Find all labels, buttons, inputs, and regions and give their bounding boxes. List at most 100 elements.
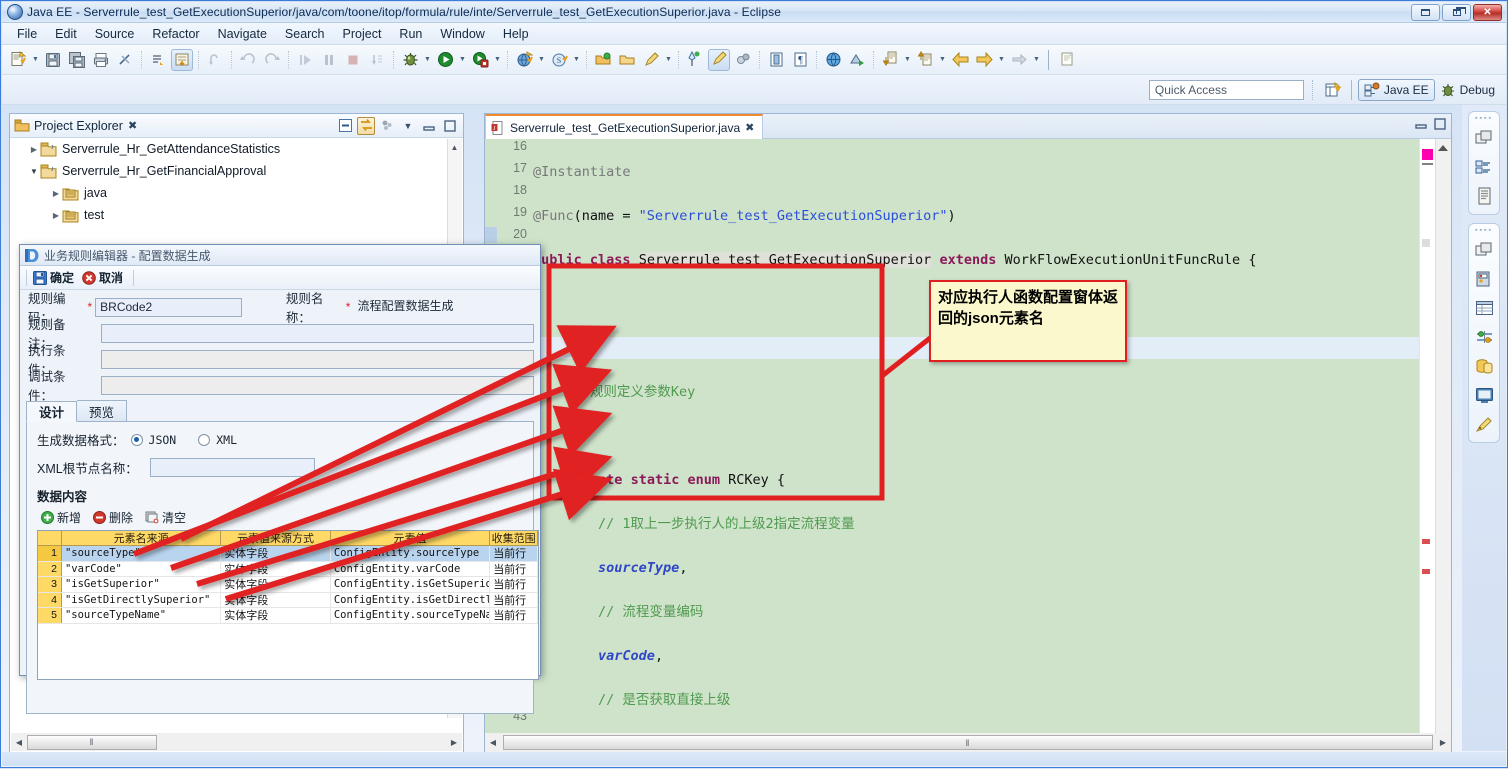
editor-horizontal-scrollbar[interactable]: ◀ ‖ ▶ bbox=[485, 733, 1451, 752]
step-into-icon[interactable] bbox=[366, 49, 388, 71]
scroll-right-arrow-icon[interactable]: ▶ bbox=[446, 734, 462, 750]
menu-file[interactable]: File bbox=[8, 25, 46, 43]
chevron-down-icon[interactable]: ▼ bbox=[28, 167, 40, 176]
scroll-up-arrow-icon[interactable]: ▲ bbox=[447, 139, 462, 155]
run-coverage-dropdown-icon[interactable]: ▼ bbox=[492, 49, 503, 71]
tree-item-project-1[interactable]: ▶ J Serverrule_Hr_GetAttendanceStatistic… bbox=[10, 138, 463, 160]
cell-element-value[interactable]: ConfigEntity.isGetDirectlySuperio bbox=[331, 592, 491, 607]
business-rule-editor-dialog[interactable]: 业务规则编辑器 - 配置数据生成 确定 取消 规则编码： * BRCode2 规… bbox=[19, 244, 541, 714]
back-icon[interactable] bbox=[949, 49, 971, 71]
overview-marker[interactable] bbox=[1422, 539, 1430, 544]
maximize-icon[interactable] bbox=[1433, 117, 1447, 134]
maximize-icon[interactable] bbox=[441, 117, 459, 135]
radio-xml[interactable] bbox=[198, 433, 211, 446]
link-with-editor-icon[interactable] bbox=[357, 116, 375, 135]
menu-run[interactable]: Run bbox=[390, 25, 431, 43]
rule-code-field[interactable]: BRCode2 bbox=[95, 297, 242, 317]
forward-history-dropdown-icon[interactable]: ▼ bbox=[1031, 49, 1042, 71]
new-wizard-icon[interactable] bbox=[7, 49, 29, 71]
menu-navigate[interactable]: Navigate bbox=[209, 25, 276, 43]
column-header-collect-scope[interactable]: 收集范围 bbox=[490, 531, 538, 545]
toggle-mark-occurrences-icon[interactable] bbox=[171, 48, 193, 71]
cell-collect-scope[interactable]: 当前行 bbox=[490, 592, 538, 607]
save-icon[interactable] bbox=[42, 49, 64, 71]
folding-marker[interactable] bbox=[485, 227, 497, 243]
step-return-icon[interactable] bbox=[204, 49, 226, 71]
view-menu-icon[interactable] bbox=[378, 117, 396, 135]
perspective-debug[interactable]: Debug bbox=[1435, 79, 1500, 101]
tree-item-project-2[interactable]: ▼ J Serverrule_Hr_GetFinancialApproval bbox=[10, 160, 463, 182]
collapse-all-icon[interactable] bbox=[336, 117, 354, 135]
cell-collect-scope[interactable]: 当前行 bbox=[490, 577, 538, 592]
console-icon[interactable] bbox=[1469, 382, 1499, 408]
editor-hscroll-thumb[interactable]: ‖ bbox=[503, 735, 1433, 750]
column-header-element-name[interactable]: 元素名来源 bbox=[62, 531, 222, 545]
scroll-left-arrow-icon[interactable]: ◀ bbox=[11, 734, 27, 750]
forward-dropdown-icon[interactable]: ▼ bbox=[996, 49, 1007, 71]
drag-grip[interactable]: ▪▪▪▪ bbox=[1469, 115, 1499, 122]
code-area[interactable]: 16 17 18 19 20 42 43 44 @Instantiate @Fu… bbox=[485, 139, 1451, 752]
table-row[interactable]: 2 "varCode" 实体字段 ConfigEntity.varCode 当前… bbox=[38, 561, 538, 577]
suspend-icon[interactable] bbox=[318, 49, 340, 71]
cell-value-source[interactable]: 实体字段 bbox=[221, 546, 331, 561]
restore-view-icon[interactable] bbox=[1469, 125, 1499, 151]
restore-view-icon[interactable] bbox=[1469, 237, 1499, 263]
tab-design[interactable]: 设计 bbox=[26, 401, 78, 422]
add-row-button[interactable]: 新增 bbox=[41, 509, 81, 526]
chevron-right-icon[interactable]: ▶ bbox=[50, 211, 62, 220]
tree-item-java[interactable]: ▶ java bbox=[10, 182, 463, 204]
data-source-explorer-icon[interactable] bbox=[1469, 353, 1499, 379]
xml-root-field[interactable] bbox=[149, 458, 315, 477]
next-edit-dropdown-icon[interactable]: ▼ bbox=[937, 49, 948, 71]
resume-icon[interactable] bbox=[294, 49, 316, 71]
column-header-value-source[interactable]: 元素值来源方式 bbox=[221, 531, 331, 545]
previous-edit-location-icon[interactable] bbox=[879, 49, 901, 71]
cell-collect-scope[interactable]: 当前行 bbox=[490, 546, 538, 561]
menu-search[interactable]: Search bbox=[276, 25, 334, 43]
previous-edit-dropdown-icon[interactable]: ▼ bbox=[902, 49, 913, 71]
source-code[interactable]: @Instantiate @Func(name = "Serverrule_te… bbox=[533, 139, 1419, 733]
scroll-up-arrow-icon[interactable] bbox=[1438, 145, 1448, 151]
new-java-package-icon[interactable]: S bbox=[548, 49, 570, 71]
perspective-java-ee[interactable]: Java EE bbox=[1357, 78, 1435, 101]
table-row[interactable]: 1 "sourceType" 实体字段 ConfigEntity.sourceT… bbox=[38, 546, 538, 562]
scroll-right-arrow-icon[interactable]: ▶ bbox=[1435, 735, 1451, 751]
cell-element-name[interactable]: "isGetSuperior" bbox=[62, 577, 222, 592]
open-perspective-icon[interactable] bbox=[1322, 79, 1344, 101]
hscroll-thumb[interactable]: ‖ bbox=[27, 734, 157, 750]
outline-view-icon[interactable] bbox=[1469, 154, 1499, 180]
cell-collect-scope[interactable]: 当前行 bbox=[490, 608, 538, 623]
rule-remark-field[interactable] bbox=[100, 323, 534, 343]
cell-element-name[interactable]: "isGetDirectlySuperior" bbox=[62, 592, 222, 607]
table-row[interactable]: 3 "isGetSuperior" 实体字段 ConfigEntity.isGe… bbox=[38, 577, 538, 593]
menu-help[interactable]: Help bbox=[494, 25, 538, 43]
data-elements-table[interactable]: 元素名来源 元素值来源方式 元素值 收集范围 1 "sourceType" 实体… bbox=[37, 530, 539, 680]
print-icon[interactable] bbox=[90, 49, 112, 71]
delete-row-button[interactable]: 删除 bbox=[93, 509, 133, 526]
next-annotation-icon[interactable] bbox=[147, 49, 169, 71]
cell-value-source[interactable]: 实体字段 bbox=[221, 561, 331, 576]
clear-rows-button[interactable]: 清空 bbox=[145, 509, 186, 526]
servers-view-icon[interactable] bbox=[1469, 266, 1499, 292]
table-row[interactable]: 5 "sourceTypeName" 实体字段 ConfigEntity.sou… bbox=[38, 608, 538, 624]
external-tools-icon[interactable] bbox=[732, 49, 754, 71]
forward-history-icon[interactable] bbox=[1008, 49, 1030, 71]
editor-vertical-scrollbar[interactable] bbox=[1435, 139, 1451, 733]
confirm-button[interactable]: 确定 bbox=[33, 269, 74, 286]
debug-dropdown-icon[interactable]: ▼ bbox=[422, 49, 433, 71]
show-whitespace-icon[interactable] bbox=[765, 49, 787, 71]
run-icon[interactable] bbox=[434, 49, 456, 71]
markers-icon[interactable] bbox=[1469, 411, 1499, 437]
close-button[interactable]: ✕ bbox=[1473, 3, 1502, 21]
new-java-package-dropdown-icon[interactable]: ▼ bbox=[571, 49, 582, 71]
minimize-icon[interactable] bbox=[1414, 117, 1428, 134]
exec-condition-field[interactable] bbox=[100, 349, 534, 369]
column-header-element-value[interactable]: 元素值 bbox=[331, 531, 491, 545]
cell-element-name[interactable]: "sourceTypeName" bbox=[62, 608, 222, 623]
new-java-project-dropdown-icon[interactable]: ▼ bbox=[536, 49, 547, 71]
chevron-right-icon[interactable]: ▶ bbox=[50, 189, 62, 198]
pin-editor-icon[interactable] bbox=[684, 49, 706, 71]
close-icon[interactable]: ✖ bbox=[128, 119, 137, 132]
forward-icon[interactable] bbox=[973, 49, 995, 71]
cell-element-value[interactable]: ConfigEntity.isGetSuperior bbox=[331, 577, 491, 592]
